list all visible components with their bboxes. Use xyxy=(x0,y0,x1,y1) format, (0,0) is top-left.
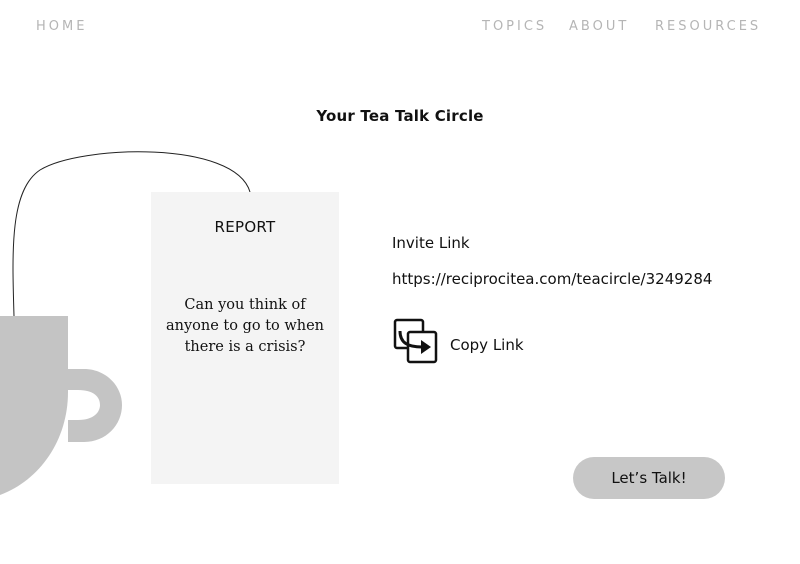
report-card: REPORT Can you think of anyone to go to … xyxy=(151,192,339,484)
copy-link-button[interactable]: Copy Link xyxy=(392,317,552,365)
copy-link-icon[interactable] xyxy=(392,317,440,365)
nav-resources-link[interactable]: RESOURCES xyxy=(655,19,761,34)
nav-topics-link[interactable]: TOPICS xyxy=(482,19,547,34)
nav-about-link[interactable]: ABOUT xyxy=(569,19,629,34)
card-question: Can you think of anyone to go to when th… xyxy=(165,297,325,355)
page-title: Your Tea Talk Circle xyxy=(316,107,484,125)
invite-link-url[interactable]: https://reciprocitea.com/teacircle/32492… xyxy=(392,270,712,288)
cup-body xyxy=(0,316,68,495)
cup-handle xyxy=(68,369,122,442)
lets-talk-button[interactable]: Let’s Talk! xyxy=(573,457,725,499)
card-title: REPORT xyxy=(214,218,276,236)
invite-link-label: Invite Link xyxy=(392,234,470,252)
copy-link-label[interactable]: Copy Link xyxy=(450,336,524,354)
nav-home-link[interactable]: HOME xyxy=(36,19,87,34)
